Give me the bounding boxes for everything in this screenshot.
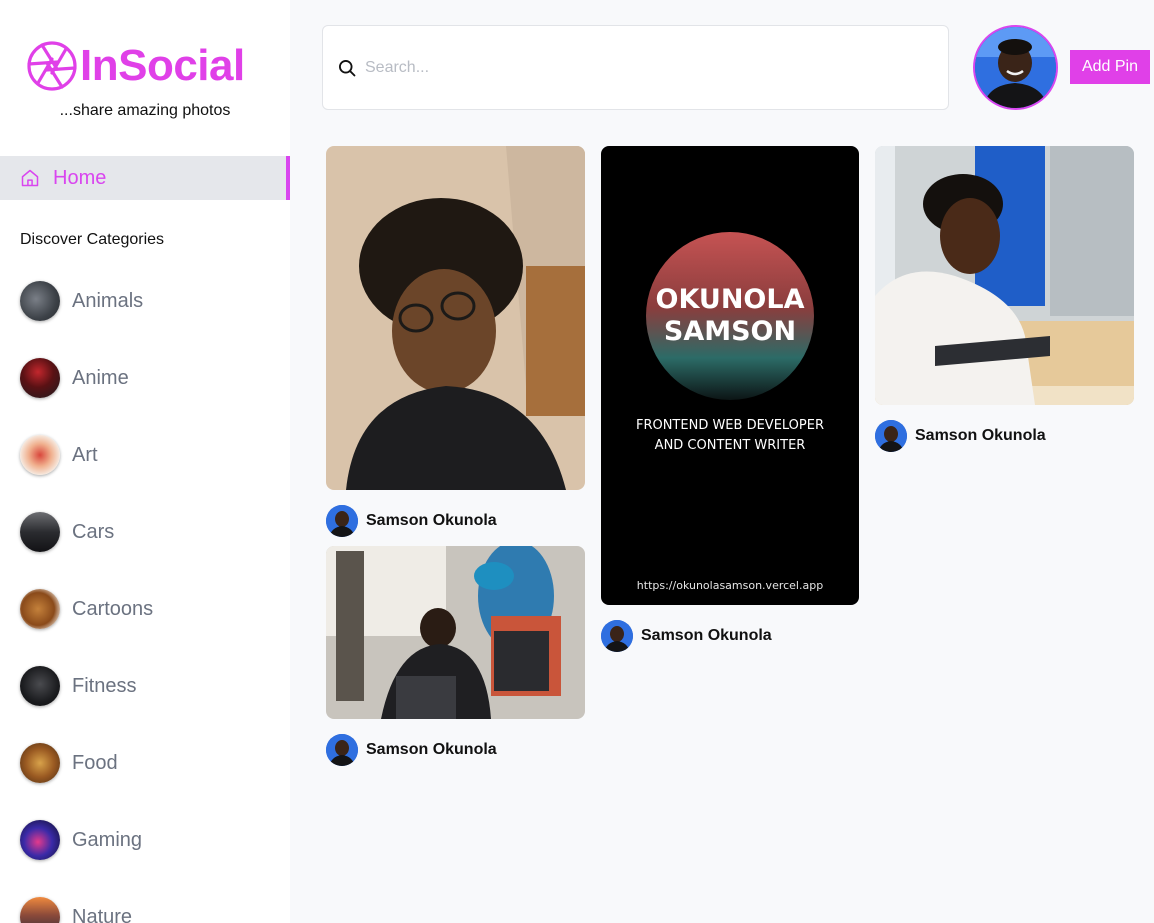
sidebar-item-fitness[interactable]: Fitness (20, 666, 136, 706)
category-avatar (20, 358, 60, 398)
sidebar: InSocial ...share amazing photos Home Di… (0, 0, 290, 923)
category-avatar (20, 743, 60, 783)
sidebar-item-nature[interactable]: Nature (20, 897, 132, 923)
sidebar-item-animals[interactable]: Animals (20, 281, 143, 321)
poster-name-line: SAMSON (663, 316, 797, 347)
sidebar-item-label: Cars (72, 520, 115, 543)
pin-photo (875, 146, 1134, 405)
poster-role-line: FRONTEND WEB DEVELOPER (635, 418, 825, 433)
sidebar-item-cartoons[interactable]: Cartoons (20, 589, 153, 629)
user-avatar[interactable] (973, 25, 1058, 110)
app-tagline: ...share amazing photos (59, 102, 231, 119)
sidebar-item-food[interactable]: Food (20, 743, 118, 783)
category-avatar (20, 897, 60, 923)
search-icon (339, 59, 356, 76)
home-icon (21, 169, 39, 187)
sidebar-item-anime[interactable]: Anime (20, 358, 129, 398)
pin-author[interactable]: Samson Okunola (326, 734, 497, 766)
pin-photo (326, 146, 585, 490)
sidebar-item-gaming[interactable]: Gaming (20, 820, 142, 860)
user-photo (975, 27, 1056, 108)
sidebar-item-label: Animals (72, 289, 144, 312)
author-avatar (875, 420, 907, 452)
category-avatar (20, 435, 60, 475)
sidebar-item-art[interactable]: Art (20, 435, 98, 475)
pin-image[interactable] (326, 146, 585, 490)
author-avatar (326, 505, 358, 537)
sidebar-item-label: Home (53, 166, 107, 189)
pin-author[interactable]: Samson Okunola (326, 505, 497, 537)
category-avatar (20, 589, 60, 629)
pin-author[interactable]: Samson Okunola (875, 420, 1046, 452)
author-name: Samson Okunola (915, 427, 1046, 444)
poster-role: FRONTEND WEB DEVELOPER AND CONTENT WRITE… (620, 416, 840, 456)
poster-name-line: OKUNOLA (655, 284, 805, 315)
author-name: Samson Okunola (641, 627, 772, 644)
sidebar-item-cars[interactable]: Cars (20, 512, 114, 552)
pin-image[interactable] (875, 146, 1134, 405)
sidebar-item-label: Art (72, 443, 98, 466)
pin-author[interactable]: Samson Okunola (601, 620, 772, 652)
author-name: Samson Okunola (366, 512, 497, 529)
add-pin-button[interactable]: Add Pin (1070, 50, 1150, 84)
category-avatar (20, 820, 60, 860)
app-logo[interactable]: InSocial (26, 40, 245, 92)
sidebar-item-label: Cartoons (72, 597, 154, 620)
sidebar-item-label: Nature (72, 905, 133, 923)
sidebar-item-label: Food (72, 751, 118, 774)
poster-role-line: AND CONTENT WRITER (654, 438, 806, 453)
category-avatar (20, 666, 60, 706)
poster-url: https://okunolasamson.vercel.app (636, 579, 824, 592)
search-input[interactable] (365, 58, 905, 77)
category-avatar (20, 281, 60, 321)
sidebar-item-label: Fitness (72, 674, 137, 697)
search-bar[interactable] (322, 25, 949, 110)
author-name: Samson Okunola (366, 741, 497, 758)
categories-heading: Discover Categories (20, 231, 165, 248)
pin-image[interactable]: OKUNOLA SAMSON FRONTEND WEB DEVELOPER AN… (601, 146, 859, 605)
sidebar-item-home[interactable]: Home (0, 156, 290, 200)
author-avatar (601, 620, 633, 652)
sidebar-item-label: Anime (72, 366, 129, 389)
pin-photo (326, 546, 585, 719)
app-name: InSocial (80, 41, 245, 90)
sidebar-item-label: Gaming (72, 828, 143, 851)
camera-aperture-icon (27, 41, 77, 91)
pin-image[interactable] (326, 546, 585, 719)
category-avatar (20, 512, 60, 552)
poster-circle: OKUNOLA SAMSON (646, 232, 814, 400)
author-avatar (326, 734, 358, 766)
